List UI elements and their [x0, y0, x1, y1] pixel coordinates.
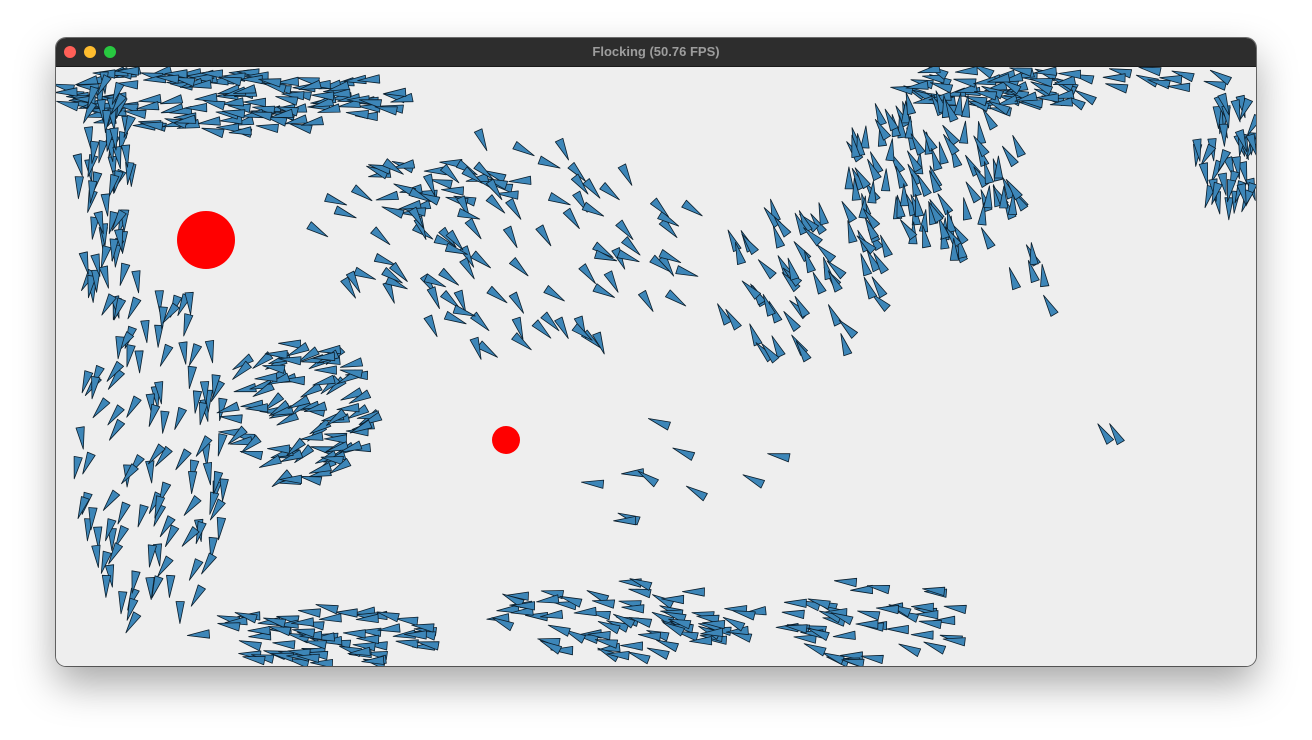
obstacle-large: [177, 211, 235, 269]
app-window: Flocking (50.76 FPS): [56, 38, 1256, 666]
simulation-canvas[interactable]: [56, 67, 1256, 666]
obstacle-small: [492, 426, 520, 454]
title-bar[interactable]: Flocking (50.76 FPS): [56, 38, 1256, 67]
window-title: Flocking (50.76 FPS): [592, 44, 720, 59]
